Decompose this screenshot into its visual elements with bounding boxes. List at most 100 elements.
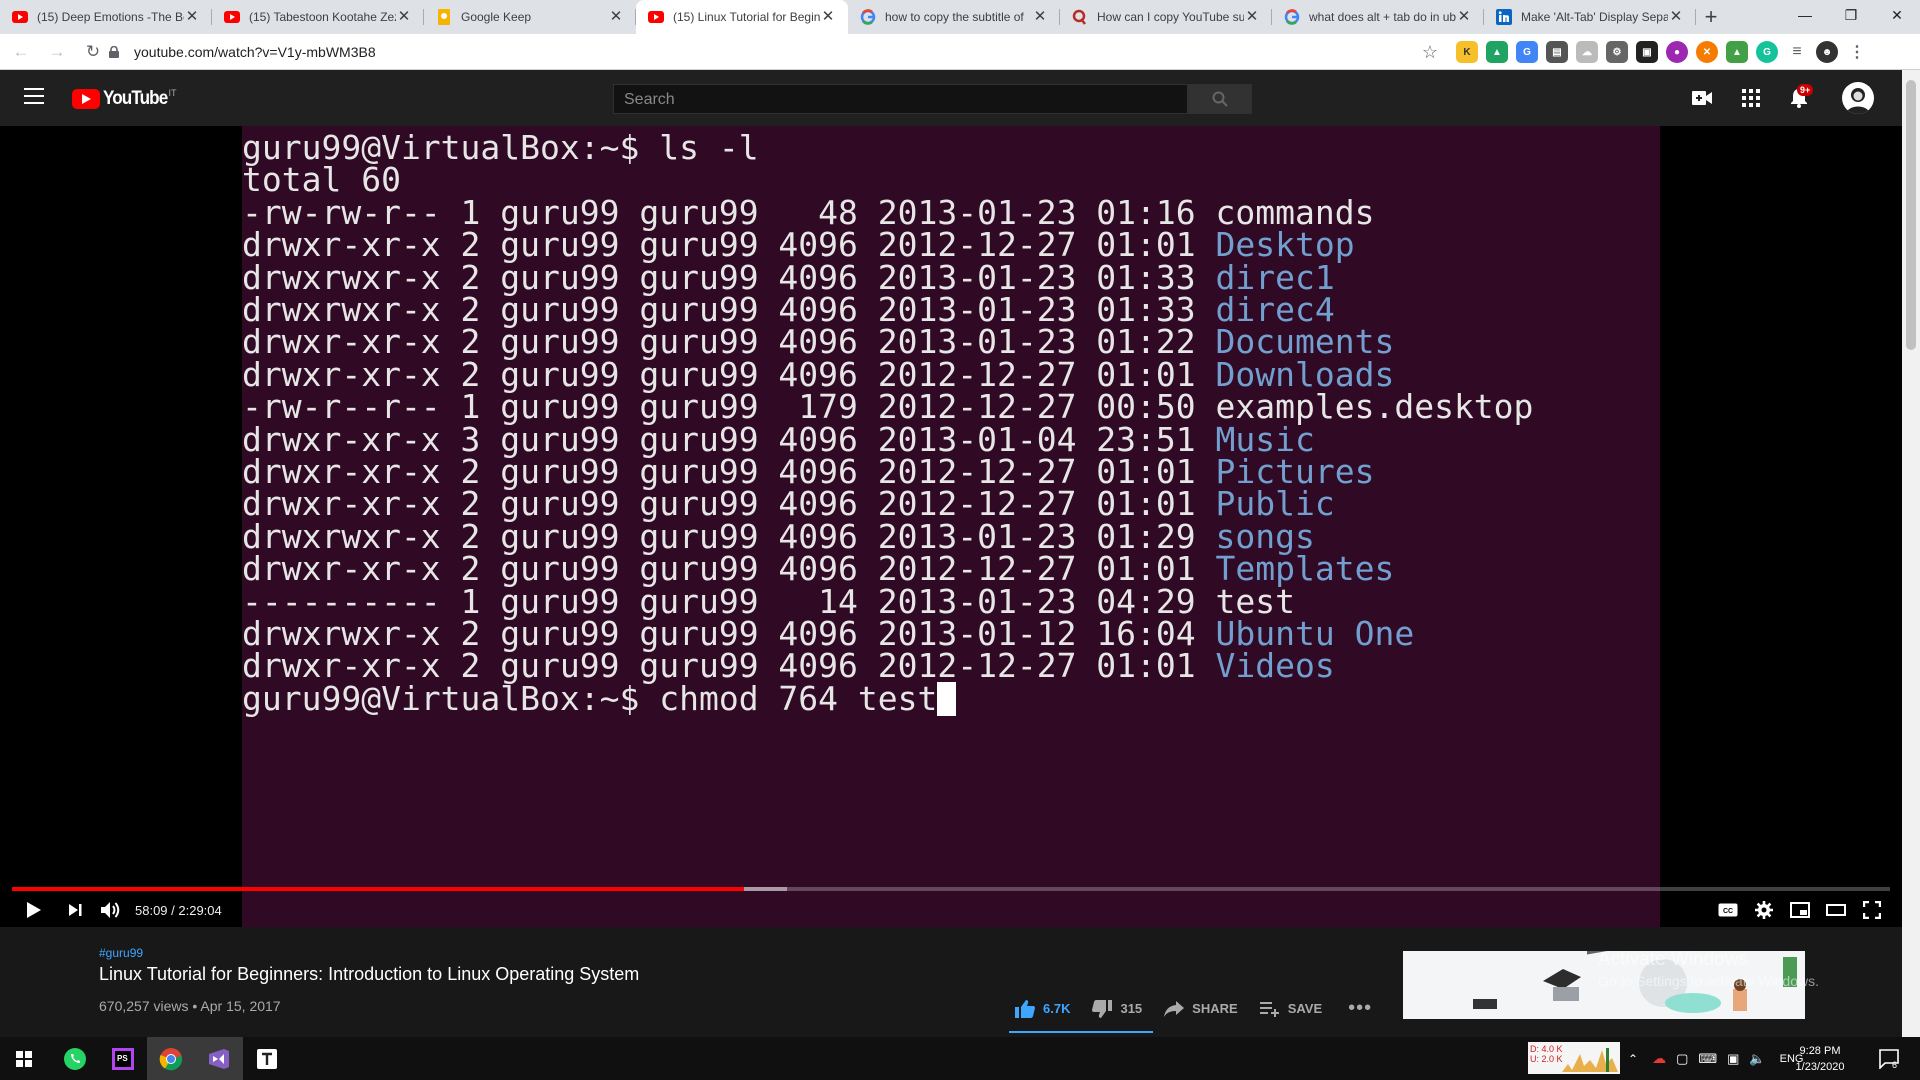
news-extension-icon[interactable]: ▤ — [1546, 41, 1568, 63]
share-button[interactable]: SHARE — [1164, 1000, 1238, 1017]
search-input[interactable]: Search — [613, 84, 1188, 114]
create-video-icon[interactable] — [1690, 86, 1714, 110]
close-tab-icon[interactable]: ✕ — [1244, 9, 1260, 25]
quora-icon — [1072, 9, 1088, 25]
fullscreen-icon[interactable] — [1858, 896, 1886, 924]
taskbar-clock[interactable]: 9:28 PM 1/23/2020 — [1790, 1043, 1850, 1075]
qr-extension-icon[interactable]: ▣ — [1636, 41, 1658, 63]
browser-tab[interactable]: (15) Tabestoon Kootahe Zez ✕ — [212, 0, 424, 34]
purple-extension-icon[interactable]: ● — [1666, 41, 1688, 63]
restore-icon[interactable]: ❐ — [1828, 0, 1874, 30]
video-player[interactable]: guru99@VirtualBox:~$ ls -l total 60 -rw-rw… — [0, 126, 1902, 927]
tab-title: Google Keep — [461, 10, 532, 24]
browser-tab[interactable]: How can I copy YouTube su ✕ — [1060, 0, 1272, 34]
svg-text:PS: PS — [117, 1054, 128, 1063]
show-hidden-icons-icon[interactable]: ⌃ — [1628, 1052, 1638, 1066]
close-tab-icon[interactable]: ✕ — [1032, 9, 1048, 25]
page-scrollbar[interactable] — [1902, 70, 1920, 1037]
browser-tab[interactable]: (15) Linux Tutorial for Begin ✕ — [636, 0, 848, 34]
youtube-logo[interactable]: YouTube IT — [72, 88, 176, 110]
play-icon[interactable] — [20, 896, 48, 924]
green-extension-icon[interactable]: ▲ — [1726, 41, 1748, 63]
keyboard-icon[interactable]: ⌨ — [1698, 1051, 1717, 1067]
extensions-bar: K ▲ G ▤ ☁ ⚙ ▣ ● ✕ ▲ G ≡ ☻ ⋮ — [1456, 41, 1868, 63]
terminal-command: guru99@VirtualBox:~$ chmod 764 test — [242, 678, 938, 718]
video-frame[interactable]: guru99@VirtualBox:~$ ls -l total 60 -rw-rw… — [242, 126, 1660, 927]
browser-tab[interactable]: how to copy the subtitle of ✕ — [848, 0, 1060, 34]
address-bar[interactable]: youtube.com/watch?v=V1y-mbWM3B8 ☆ — [106, 38, 1438, 66]
antivirus-icon[interactable]: ☁ — [1652, 1050, 1666, 1067]
like-ratio-bar — [1009, 1031, 1153, 1033]
menu-icon[interactable] — [24, 88, 44, 109]
phpstorm-icon[interactable]: PS — [99, 1037, 147, 1080]
profile-icon[interactable]: ☻ — [1816, 41, 1838, 63]
close-tab-icon[interactable]: ✕ — [820, 9, 836, 25]
close-tab-icon[interactable]: ✕ — [1456, 9, 1472, 25]
forward-icon[interactable]: → — [42, 37, 72, 67]
dislike-button[interactable]: 315 — [1092, 999, 1142, 1018]
keep-extension-icon[interactable]: K — [1456, 41, 1478, 63]
close-tab-icon[interactable]: ✕ — [396, 9, 412, 25]
progress-bar[interactable] — [12, 887, 1890, 891]
browser-tab-strip: (15) Deep Emotions -The Be ✕ (15) Tabestoo… — [0, 0, 1920, 34]
close-tab-icon[interactable]: ✕ — [1668, 9, 1684, 25]
grammarly-extension-icon[interactable]: G — [1756, 41, 1778, 63]
tab-title: Make 'Alt-Tab' Display Sepa — [1521, 10, 1668, 24]
close-window-icon[interactable]: ✕ — [1874, 0, 1920, 30]
close-tab-icon[interactable]: ✕ — [184, 9, 200, 25]
next-video-icon[interactable] — [61, 896, 89, 924]
network-icon[interactable]: ▣ — [1727, 1051, 1739, 1067]
chrome-taskbar-icon[interactable] — [147, 1037, 195, 1080]
save-button[interactable]: SAVE — [1259, 1001, 1322, 1017]
settings-gear-icon[interactable] — [1750, 896, 1778, 924]
scrollbar-thumb[interactable] — [1906, 80, 1916, 350]
linkedin-icon — [1496, 9, 1512, 25]
time-display: 58:09 / 2:29:04 — [135, 903, 222, 918]
youtube-masthead: YouTube IT Search 9+ — [0, 70, 1902, 126]
browser-tab[interactable]: (15) Deep Emotions -The Be ✕ — [0, 0, 212, 34]
search-button[interactable] — [1188, 84, 1252, 114]
thumbs-up-icon — [1015, 999, 1035, 1018]
new-tab-button[interactable]: + — [1696, 0, 1726, 34]
cloud-extension-icon[interactable]: ☁ — [1576, 41, 1598, 63]
like-count: 6.7K — [1043, 1001, 1071, 1016]
browser-tab[interactable]: Google Keep ✕ — [424, 0, 636, 34]
like-button[interactable]: 6.7K — [1015, 999, 1071, 1018]
browser-tab[interactable]: what does alt + tab do in ub ✕ — [1272, 0, 1484, 34]
browser-tab[interactable]: Make 'Alt-Tab' Display Sepa ✕ — [1484, 0, 1696, 34]
reload-icon[interactable]: ↻ — [78, 37, 108, 67]
browser-toolbar: ← → ↻ youtube.com/watch?v=V1y-mbWM3B8 ☆ … — [0, 34, 1920, 70]
whatsapp-icon[interactable] — [51, 1037, 99, 1080]
minimize-icon[interactable]: — — [1782, 0, 1828, 30]
youtube-icon — [12, 9, 28, 25]
youtube-icon — [224, 9, 240, 25]
media-queue-icon[interactable]: ≡ — [1786, 41, 1808, 63]
apps-grid-icon[interactable] — [1739, 86, 1763, 110]
youtube-play-icon — [72, 89, 100, 109]
storage-icon[interactable]: ▢ — [1676, 1051, 1688, 1067]
miniplayer-icon[interactable] — [1786, 896, 1814, 924]
action-center-icon[interactable]: 6 — [1866, 1037, 1914, 1080]
drive-extension-icon[interactable]: ▲ — [1486, 41, 1508, 63]
subtitles-icon[interactable]: CC — [1714, 896, 1742, 924]
text-editor-icon[interactable] — [243, 1037, 291, 1080]
more-actions-icon[interactable]: ••• — [1348, 997, 1372, 1020]
activate-windows-watermark: Activate Windows Go to Settings to activ… — [1598, 949, 1819, 989]
settings-extension-icon[interactable]: ⚙ — [1606, 41, 1628, 63]
visual-studio-icon[interactable] — [195, 1037, 243, 1080]
avatar[interactable] — [1842, 82, 1874, 114]
windows-taskbar: PS D: 4.0 K U: 2.0 K ⌃ ☁ ▢ ⌨ ▣ 🔈 ENG 9:2… — [0, 1037, 1920, 1080]
chrome-menu-icon[interactable]: ⋮ — [1846, 41, 1868, 63]
translate-extension-icon[interactable]: G — [1516, 41, 1538, 63]
region-code: IT — [168, 88, 177, 98]
hashtag-link[interactable]: #guru99 — [99, 946, 143, 960]
windows-start-icon[interactable] — [0, 1037, 48, 1080]
bookmark-star-icon[interactable]: ☆ — [1422, 42, 1438, 63]
back-icon[interactable]: ← — [6, 37, 36, 67]
speaker-icon[interactable]: 🔈 — [1749, 1051, 1765, 1067]
window-controls: — ❐ ✕ — [1782, 0, 1920, 30]
volume-icon[interactable] — [97, 896, 125, 924]
close-tab-icon[interactable]: ✕ — [608, 9, 624, 25]
theater-mode-icon[interactable] — [1822, 896, 1850, 924]
orange-extension-icon[interactable]: ✕ — [1696, 41, 1718, 63]
